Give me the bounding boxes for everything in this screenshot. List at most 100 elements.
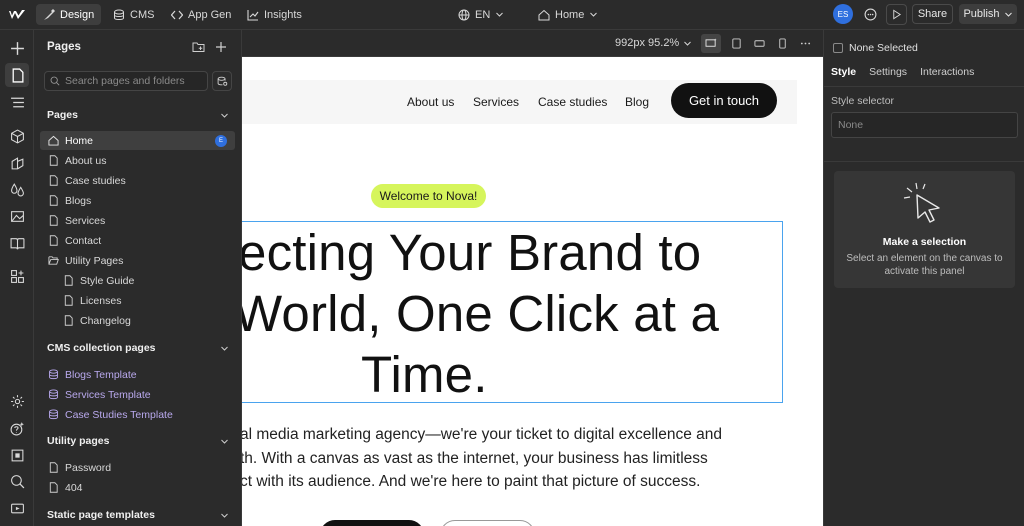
page-item[interactable]: Services (40, 211, 235, 230)
search-input[interactable] (65, 75, 205, 87)
section-static-header[interactable]: Static page templates (47, 507, 229, 523)
page-item-label: About us (65, 154, 107, 167)
apps-button[interactable] (5, 264, 29, 288)
cms-page-item[interactable]: Case Studies Template (40, 405, 235, 424)
navigator-button[interactable] (5, 90, 29, 114)
breakpoint-label: 992px 95.2% (615, 37, 680, 49)
secondary-cta-button[interactable] (440, 520, 535, 526)
cube-icon (10, 128, 24, 144)
panel-tabs: Style Settings Interactions (831, 66, 974, 78)
page-icon (49, 195, 58, 206)
page-item[interactable]: Changelog (40, 311, 235, 330)
page-item[interactable]: Contact (40, 231, 235, 250)
section-cms-header[interactable]: CMS collection pages (47, 340, 229, 356)
tab-settings[interactable]: Settings (869, 66, 907, 78)
page-item-label: Case studies (65, 174, 126, 187)
page-item[interactable]: Style Guide (40, 271, 235, 290)
chart-icon (247, 9, 259, 21)
hero-line-3: Time. (361, 346, 488, 403)
home-icon (48, 135, 59, 146)
landscape-breakpoint-button[interactable] (749, 34, 769, 53)
comments-button[interactable] (860, 4, 881, 25)
webflow-logo-icon[interactable] (8, 6, 26, 24)
video-button[interactable] (5, 496, 29, 520)
section-pages-header[interactable]: Pages (47, 107, 229, 123)
tab-design[interactable]: Design (36, 4, 102, 25)
preview-button[interactable] (886, 4, 907, 25)
nav-link-case-studies[interactable]: Case studies (538, 95, 607, 109)
desktop-breakpoint-button[interactable] (701, 34, 721, 53)
page-icon (49, 215, 58, 226)
tab-interactions[interactable]: Interactions (920, 66, 974, 78)
tab-insights-label: Insights (264, 8, 302, 21)
page-item[interactable]: Utility Pages (40, 251, 235, 270)
cms-page-item[interactable]: Services Template (40, 385, 235, 404)
nav-link-about[interactable]: About us (407, 95, 454, 109)
gear-icon (10, 394, 24, 408)
hero-line-2: World, One Click at a (242, 285, 720, 342)
components-button[interactable] (5, 124, 29, 148)
style-selector-label: Style selector (831, 95, 895, 107)
square-icon (11, 449, 23, 461)
help-button[interactable] (5, 416, 29, 440)
page-item[interactable]: Licenses (40, 291, 235, 310)
tab-app-gen[interactable]: App Gen (164, 4, 238, 25)
search-cms-button[interactable] (212, 71, 232, 91)
page-item[interactable]: Blogs (40, 191, 235, 210)
add-folder-icon[interactable] (192, 41, 205, 53)
mobile-landscape-icon (753, 40, 765, 47)
assets-button[interactable] (5, 204, 29, 228)
style-selector-input[interactable]: None (831, 112, 1018, 138)
more-options-button[interactable] (795, 34, 815, 53)
pages-button[interactable] (5, 63, 29, 87)
utility-page-item[interactable]: 404 (40, 478, 235, 497)
audit-button[interactable] (5, 443, 29, 467)
chevron-down-icon (221, 513, 228, 518)
tab-design-label: Design (60, 8, 95, 21)
page-item-label: Contact (65, 234, 102, 247)
search-button[interactable] (5, 469, 29, 493)
page-canvas[interactable]: About us Services Case studies Blog Get … (242, 57, 823, 526)
avatar[interactable]: ES (833, 4, 853, 24)
publish-button[interactable]: Publish (959, 4, 1017, 24)
language-selector[interactable]: EN (451, 4, 511, 25)
nav-link-services[interactable]: Services (473, 95, 519, 109)
code-icon (171, 10, 183, 19)
style-panel: None Selected Style Settings Interaction… (823, 30, 1024, 526)
drops-icon (10, 182, 24, 196)
styles-button[interactable] (5, 177, 29, 201)
cms-button[interactable] (5, 231, 29, 255)
variables-button[interactable] (5, 151, 29, 175)
page-item-label: Utility Pages (65, 254, 124, 267)
settings-button[interactable] (5, 389, 29, 413)
cms-page-item[interactable]: Blogs Template (40, 365, 235, 384)
page-item[interactable]: Home E (40, 131, 235, 150)
tab-style[interactable]: Style (831, 66, 856, 78)
get-in-touch-button[interactable]: Get in touch (671, 83, 777, 118)
page-item[interactable]: Case studies (40, 171, 235, 190)
database-icon (49, 369, 58, 380)
section-utility-header[interactable]: Utility pages (47, 433, 229, 449)
page-item-label: Services (65, 214, 106, 227)
checkbox-box[interactable] (833, 43, 843, 53)
breakpoint-dropdown[interactable]: 992px 95.2% (615, 37, 692, 49)
primary-cta-button[interactable] (320, 520, 424, 526)
tab-insights[interactable]: Insights (240, 4, 309, 25)
add-page-icon[interactable] (215, 41, 227, 53)
globe-icon (458, 9, 470, 20)
page-item[interactable]: About us (40, 151, 235, 170)
nav-link-blog[interactable]: Blog (625, 95, 649, 109)
share-button[interactable]: Share (912, 4, 953, 24)
add-elements-button[interactable] (5, 36, 29, 60)
layers-icon (10, 97, 24, 107)
page-selector[interactable]: Home (531, 4, 605, 25)
tab-cms[interactable]: CMS (106, 4, 161, 25)
left-rail (0, 30, 34, 526)
portrait-breakpoint-button[interactable] (772, 34, 792, 53)
selection-checkbox[interactable]: None Selected (833, 42, 918, 54)
utility-page-item[interactable]: Password (40, 458, 235, 477)
search-field[interactable] (44, 71, 208, 91)
panel-title: Pages (47, 41, 81, 53)
page-icon (49, 155, 58, 166)
tablet-breakpoint-button[interactable] (726, 34, 746, 53)
